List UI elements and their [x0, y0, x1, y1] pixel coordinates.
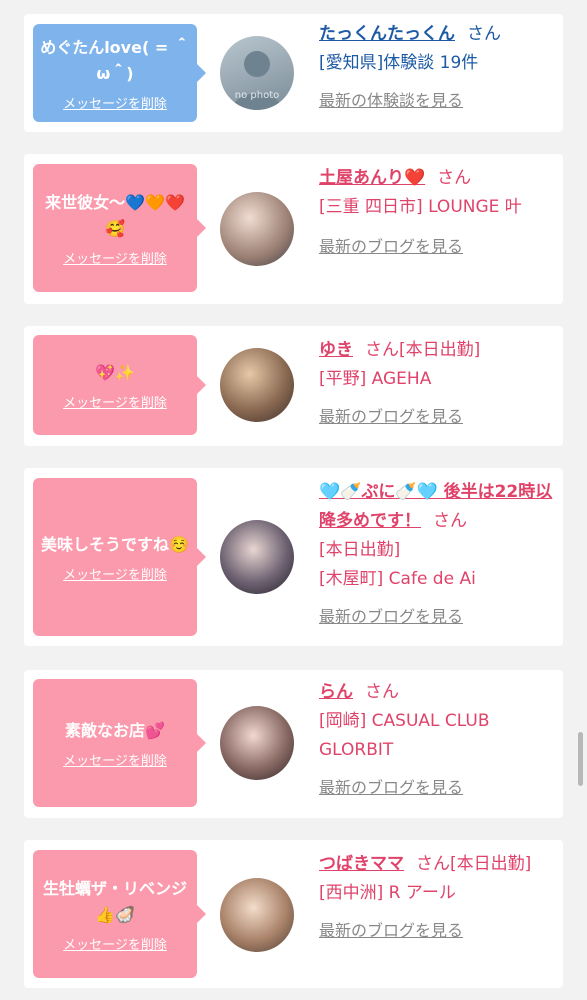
honorific-text: さん: [467, 24, 501, 44]
profile-info: つばきママ さん[本日出勤] [西中洲] R アール 最新のブログを見る: [319, 850, 555, 946]
honorific-text: さん: [437, 168, 472, 188]
message-bubble: 美味しそうですね☺️ メッセージを削除: [33, 478, 206, 636]
profile-info: たっくんたっくん さん [愛知県]体験談 19件 最新の体験談を見る: [319, 20, 555, 116]
profile-name-link[interactable]: 土屋あんり❤️: [319, 168, 425, 188]
delete-message-link[interactable]: メッセージを削除: [63, 392, 167, 411]
avatar[interactable]: [220, 348, 294, 422]
favorite-card: 素敵なお店💕 メッセージを削除 らん さん [岡崎] CASUAL CLUB GL…: [24, 670, 563, 818]
message-bubble: 来世彼女～💙🧡❤️🥰 メッセージを削除: [33, 164, 206, 292]
avatar[interactable]: [220, 878, 294, 952]
profile-name-link[interactable]: ゆき: [319, 340, 353, 360]
scrollbar-thumb[interactable]: [578, 732, 583, 786]
profile-detail: [西中洲] R アール: [319, 883, 456, 903]
profile-detail: [三重 四日市] LOUNGE 叶: [319, 197, 522, 217]
latest-blog-link[interactable]: 最新のブログを見る: [319, 407, 463, 426]
person-silhouette-icon: no photo: [232, 51, 282, 110]
latest-blog-link[interactable]: 最新のブログを見る: [319, 237, 463, 256]
honorific-text: さん[本日出勤]: [416, 854, 532, 874]
favorite-card: 生牡蠣ザ・リベンジ👍🦪 メッセージを削除 つばきママ さん[本日出勤] [西中洲]…: [24, 840, 563, 988]
latest-review-link[interactable]: 最新の体験談を見る: [319, 91, 463, 110]
avatar[interactable]: [220, 706, 294, 780]
delete-message-link[interactable]: メッセージを削除: [63, 564, 167, 583]
message-text: 素敵なお店💕: [65, 720, 165, 740]
delete-message-link[interactable]: メッセージを削除: [63, 93, 167, 112]
message-text: 来世彼女～💙🧡❤️🥰: [45, 192, 185, 238]
favorite-card: 来世彼女～💙🧡❤️🥰 メッセージを削除 土屋あんり❤️ さん [三重 四日市] L…: [24, 154, 563, 304]
favorite-card: めぐたんlove( = ＾ω＾) メッセージを削除 no photo たっくんた…: [24, 14, 563, 132]
message-text: めぐたんlove( = ＾ω＾): [40, 37, 190, 83]
honorific-text: さん: [365, 682, 399, 702]
profile-info: ゆき さん[本日出勤] [平野] AGEHA 最新のブログを見る: [319, 336, 555, 432]
profile-detail: [愛知県]体験談 19件: [319, 53, 479, 73]
avatar[interactable]: [220, 520, 294, 594]
honorific-text: さん[本日出勤]: [365, 340, 481, 360]
profile-info: らん さん [岡崎] CASUAL CLUB GLORBIT 最新のブログを見る: [319, 678, 555, 803]
latest-blog-link[interactable]: 最新のブログを見る: [319, 607, 463, 626]
avatar[interactable]: no photo: [220, 36, 294, 110]
profile-info: 土屋あんり❤️ さん [三重 四日市] LOUNGE 叶 最新のブログを見る: [319, 164, 555, 262]
profile-info: 🩵🍼ぷに🍼🩵 後半は22時以降多めです！ さん [本日出勤] [木屋町] Cafe…: [319, 478, 555, 632]
no-photo-text: no photo: [235, 90, 279, 101]
profile-detail: [岡崎] CASUAL CLUB GLORBIT: [319, 711, 490, 760]
profile-name-link[interactable]: たっくんたっくん: [319, 24, 455, 44]
message-text: 美味しそうですね☺️: [41, 534, 189, 554]
avatar[interactable]: [220, 192, 294, 266]
favorite-card: 美味しそうですね☺️ メッセージを削除 🩵🍼ぷに🍼🩵 後半は22時以降多めです！…: [24, 468, 563, 646]
latest-blog-link[interactable]: 最新のブログを見る: [319, 778, 463, 797]
message-bubble: 生牡蠣ザ・リベンジ👍🦪 メッセージを削除: [33, 850, 206, 978]
message-bubble: 素敵なお店💕 メッセージを削除: [33, 679, 206, 807]
profile-detail: [木屋町] Cafe de Ai: [319, 569, 476, 589]
delete-message-link[interactable]: メッセージを削除: [63, 750, 167, 769]
latest-blog-link[interactable]: 最新のブログを見る: [319, 921, 463, 940]
delete-message-link[interactable]: メッセージを削除: [63, 248, 167, 267]
favorite-card: 💖✨ メッセージを削除 ゆき さん[本日出勤] [平野] AGEHA 最新のブログ…: [24, 326, 563, 446]
message-text: 生牡蠣ザ・リベンジ👍🦪: [42, 878, 187, 924]
message-bubble: 💖✨ メッセージを削除: [33, 335, 206, 435]
profile-name-link[interactable]: つばきママ: [319, 854, 404, 874]
profile-detail: [平野] AGEHA: [319, 369, 432, 389]
delete-message-link[interactable]: メッセージを削除: [63, 934, 167, 953]
message-bubble: めぐたんlove( = ＾ω＾) メッセージを削除: [33, 24, 206, 122]
message-text: 💖✨: [95, 362, 135, 382]
profile-name-link[interactable]: らん: [319, 682, 353, 702]
profile-detail: [本日出勤]: [319, 540, 401, 560]
honorific-text: さん: [433, 511, 467, 531]
